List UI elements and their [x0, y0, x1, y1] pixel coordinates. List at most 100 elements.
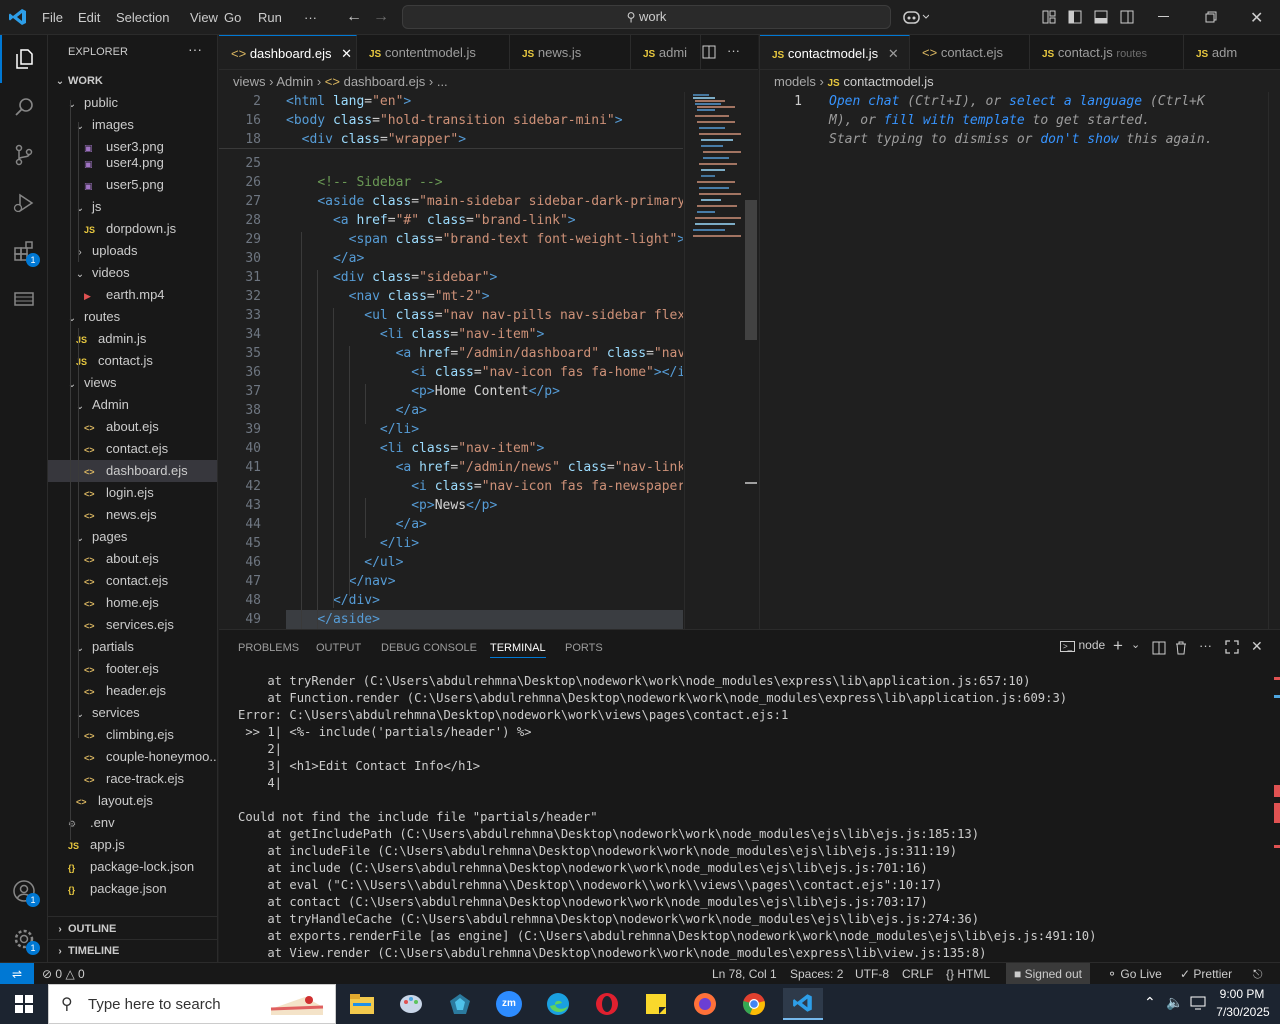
hint-link[interactable]: select a language [1009, 94, 1142, 109]
taskbar-search-box[interactable]: ⚲ Type here to search [48, 984, 336, 1024]
breadcrumb-item[interactable]: views [233, 74, 266, 89]
breadcrumb-item[interactable]: Admin [276, 74, 313, 89]
remote-indicator[interactable]: ⇌ [0, 963, 34, 985]
code-line[interactable]: <i class="nav-icon fas fa-newspaper" [286, 477, 683, 496]
remote-explorer-icon[interactable] [0, 275, 48, 323]
firefox-browser-icon[interactable] [685, 988, 725, 1020]
code-line[interactable]: <a href="#" class="brand-link"> [286, 211, 683, 230]
notifications-bell-icon[interactable]: ⎋ [1253, 963, 1263, 985]
tab-contactmodel-js[interactable]: JS contactmodel.js ✕ [760, 35, 910, 69]
tree-file[interactable]: <> contact.ejs [48, 438, 217, 460]
tab-admin-js-right[interactable]: JS adm [1184, 35, 1280, 69]
source-control-icon[interactable] [0, 131, 48, 179]
menu-item[interactable]: Run [252, 0, 288, 35]
tree-file[interactable]: <> climbing.ejs [48, 724, 217, 746]
breadcrumb-item[interactable]: models [774, 74, 816, 89]
split-terminal-icon[interactable] [1152, 641, 1166, 658]
volume-icon[interactable]: 🔈 [1166, 994, 1183, 1011]
chrome-browser-icon[interactable] [734, 988, 774, 1020]
show-hidden-icons-chevron-icon[interactable]: ⌃ [1144, 994, 1156, 1011]
outline-section[interactable]: › OUTLINE [48, 918, 217, 940]
tree-file[interactable]: JS admin.js [48, 328, 217, 350]
editor-more-icon[interactable]: ··· [727, 43, 740, 58]
split-editor-icon[interactable] [702, 45, 716, 62]
tree-file[interactable]: ▣ user4.png [48, 152, 217, 174]
menu-item[interactable]: Go [218, 0, 247, 35]
tree-file[interactable]: <> news.ejs [48, 504, 217, 526]
code-line[interactable]: <li class="nav-item"> [286, 325, 683, 344]
sticky-code-line[interactable]: <div class="wrapper"> [286, 130, 683, 149]
explorer-more-icon[interactable]: ··· [188, 41, 202, 57]
encoding[interactable]: UTF-8 [855, 963, 889, 985]
zoom-app-icon[interactable]: zm [489, 988, 529, 1020]
sticky-notes-icon[interactable] [636, 988, 676, 1020]
code-line[interactable]: <a href="/admin/news" class="nav-link" [286, 458, 683, 477]
copilot-icon[interactable] [903, 9, 930, 25]
tree-file[interactable]: <> header.ejs [48, 680, 217, 702]
code-line[interactable]: <div class="sidebar"> [286, 268, 683, 287]
code-line[interactable]: <li class="nav-item"> [286, 439, 683, 458]
tree-file[interactable]: JS dorpdown.js [48, 218, 217, 240]
manage-gear-icon[interactable]: 1 [0, 915, 48, 963]
tree-file[interactable]: ▣ user5.png [48, 174, 217, 196]
end-of-line[interactable]: CRLF [902, 963, 933, 985]
code-line[interactable]: <ul class="nav nav-pills nav-sidebar fle… [286, 306, 683, 325]
tab-news-js[interactable]: JS news.js [510, 35, 631, 69]
code-line[interactable]: </li> [286, 534, 683, 553]
tab-ports[interactable]: PORTS [565, 638, 603, 658]
tree-folder[interactable]: ⌄ services [48, 702, 217, 724]
opera-browser-icon[interactable] [587, 988, 627, 1020]
code-line[interactable]: <nav class="mt-2"> [286, 287, 683, 306]
language-mode[interactable]: {} HTML [946, 963, 990, 985]
tree-folder[interactable]: ⌄ videos [48, 262, 217, 284]
tree-file[interactable]: {} package.json [48, 878, 217, 900]
tab-problems[interactable]: PROBLEMS [238, 638, 299, 658]
tab-contact-js-routes[interactable]: JS contact.js routes [1030, 35, 1184, 69]
tree-folder[interactable]: ⌄ routes [48, 306, 217, 328]
sticky-code-line[interactable]: <body class="hold-transition sidebar-min… [286, 111, 683, 130]
code-line[interactable]: </nav> [286, 572, 683, 591]
code-area[interactable]: 25 26 <!-- Sidebar --> 27 <aside class="ma… [219, 156, 683, 629]
toggle-sidebar-icon[interactable] [1068, 10, 1082, 27]
indentation[interactable]: Spaces: 2 [790, 963, 843, 985]
command-center-search[interactable]: ⚲ work [402, 5, 891, 29]
prettier-status[interactable]: ✓ Prettier [1180, 963, 1232, 985]
menu-item[interactable]: File [36, 0, 69, 35]
maximize-panel-icon[interactable] [1225, 640, 1239, 657]
tab-admin-js[interactable]: JS admi [631, 35, 701, 69]
tab-output[interactable]: OUTPUT [316, 638, 361, 658]
code-line[interactable]: <a href="/admin/dashboard" class="nav- [286, 344, 683, 363]
layout-panels-icon[interactable] [1042, 10, 1056, 27]
code-line[interactable] [286, 156, 683, 173]
tab-dashboard-ejs[interactable]: <> dashboard.ejs ✕ [219, 35, 357, 69]
tree-folder[interactable]: ⌄ images [48, 114, 217, 136]
hint-link[interactable]: don't show [1040, 132, 1118, 147]
tab-contentmodel-js[interactable]: JS contentmodel.js [357, 35, 510, 69]
toggle-secondary-sidebar-icon[interactable] [1120, 10, 1134, 27]
tree-folder[interactable]: ⌄ pages [48, 526, 217, 548]
paint-app-icon[interactable] [391, 988, 431, 1020]
minimap[interactable] [684, 92, 744, 629]
tree-file[interactable]: <> about.ejs [48, 416, 217, 438]
code-line[interactable]: </aside> [286, 610, 683, 629]
problems-status[interactable]: ⊘ 0 △ 0 [42, 963, 85, 985]
code-line[interactable]: </a> [286, 401, 683, 420]
tree-file[interactable]: ⚙ .env [48, 812, 217, 834]
workspace-root[interactable]: ⌄ WORK [48, 70, 217, 92]
go-live-button[interactable]: ⚬ Go Live [1107, 963, 1162, 985]
code-line[interactable]: </a> [286, 515, 683, 534]
close-tab-icon[interactable]: ✕ [888, 46, 899, 61]
tree-file[interactable]: <> dashboard.ejs [48, 460, 217, 482]
file-explorer-icon[interactable] [342, 988, 382, 1020]
run-debug-icon[interactable] [0, 179, 48, 227]
chevron-down-icon[interactable]: ⌄ [1131, 638, 1140, 651]
restore-icon[interactable] [1205, 11, 1217, 26]
terminal-shell-label[interactable]: >_ node [1060, 638, 1105, 652]
blue-app-icon[interactable] [440, 988, 480, 1020]
breadcrumb-item[interactable]: ... [437, 74, 448, 89]
code-line[interactable]: </a> [286, 249, 683, 268]
tree-file[interactable]: {} package-lock.json [48, 856, 217, 878]
search-icon[interactable] [0, 83, 48, 131]
menu-item[interactable]: Selection [110, 0, 175, 35]
code-line[interactable]: <p>News</p> [286, 496, 683, 515]
